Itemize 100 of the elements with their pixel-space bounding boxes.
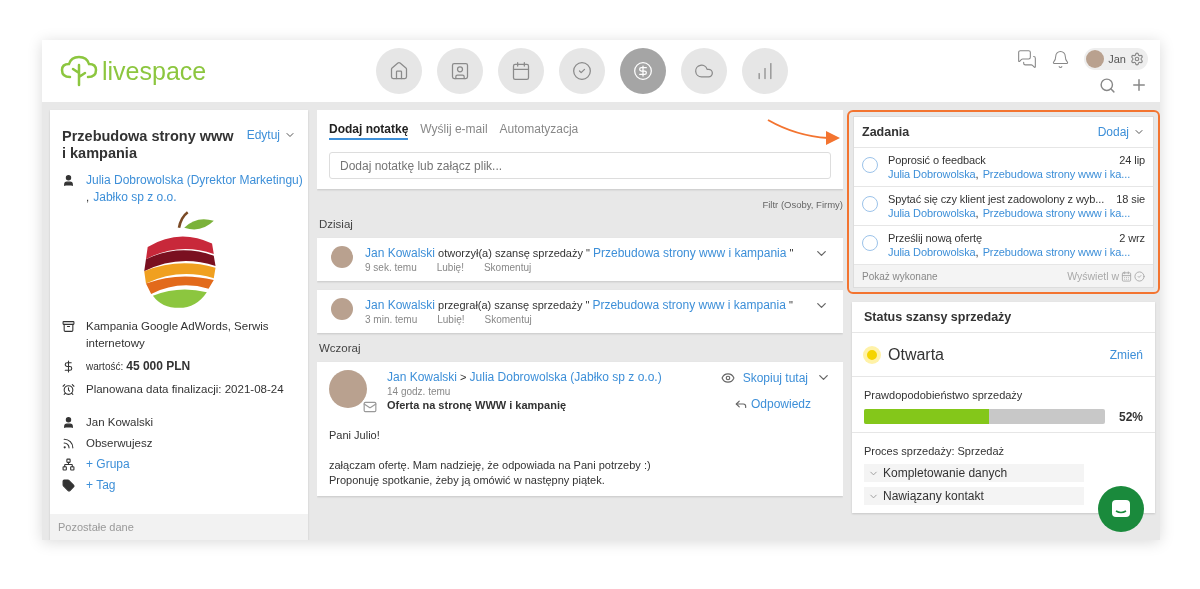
add-button[interactable]: Dodaj <box>1097 125 1145 139</box>
settings-icon[interactable] <box>1130 52 1144 66</box>
speech-bubble-icon <box>1110 498 1132 520</box>
task-date: 24 lip <box>1119 154 1145 166</box>
group-icon <box>62 456 76 471</box>
tag-icon <box>62 477 76 492</box>
task-checkbox[interactable] <box>862 157 878 173</box>
value-label: wartość: <box>86 361 124 372</box>
mail-icon <box>363 400 377 414</box>
deal-link[interactable]: Przebudowa strony www i kampania <box>593 246 787 260</box>
composer-tab[interactable]: Dodaj notatkę <box>329 122 409 140</box>
user-menu[interactable]: Jan <box>1084 48 1148 70</box>
task-checkbox[interactable] <box>862 235 878 251</box>
copy-link[interactable]: Skopiuj tutaj <box>742 370 808 385</box>
view-in-link[interactable]: Wyświetl w <box>1067 270 1145 282</box>
contact-card-icon[interactable] <box>437 48 483 94</box>
time-text: 14 godz. temu <box>387 386 452 397</box>
search-icon[interactable] <box>1099 76 1116 94</box>
deal-link[interactable]: Przebudowa strony www i ka... <box>982 168 1131 180</box>
contact-link[interactable]: Julia Dobrowolska <box>888 168 976 180</box>
author-link[interactable]: Jan Kowalski <box>365 246 436 260</box>
cloud-icon[interactable] <box>681 48 727 94</box>
day-label: Wczoraj <box>319 342 362 354</box>
separator-text: , <box>975 207 979 219</box>
contact-link[interactable]: Julia Dobrowolska <box>888 246 976 258</box>
task-date: 18 sie <box>1116 193 1145 205</box>
email-subject: Oferta na stronę WWW i kampanię <box>387 399 568 411</box>
email-header-text: Jan Kowalski > Julia Dobrowolska (Jabłko sp z o.o.) <box>387 370 663 384</box>
process-label: Proces sprzedaży: Sprzedaż <box>864 445 1004 457</box>
filter-link[interactable]: Filtr (Osoby, Firmy) <box>762 199 843 210</box>
time-text: 3 min. temu <box>365 314 418 325</box>
probability-label: Prawdopodobieństwo sprzedaży <box>864 389 1023 401</box>
day-label: Dzisiaj <box>319 218 354 230</box>
email-body-text: załączam ofertę. Mam nadzieję, że odpowiada na Pani potrzeby :) <box>329 458 652 473</box>
task-title: Poprosić o feedback <box>888 154 986 166</box>
cloud-tree-logo-icon <box>60 55 98 87</box>
deal-link[interactable]: Przebudowa strony www i ka... <box>982 246 1131 258</box>
alarm-clock-icon <box>62 381 76 396</box>
contact-link[interactable]: Julia Dobrowolska (Dyrektor Marketingu) <box>86 172 303 189</box>
add-group-link[interactable]: + Grupa <box>86 456 130 473</box>
chat-icon[interactable] <box>1017 49 1038 69</box>
check-circle-icon[interactable] <box>559 48 605 94</box>
bar-chart-icon[interactable] <box>742 48 788 94</box>
calendar-icon[interactable] <box>1121 270 1132 282</box>
deal-link[interactable]: Przebudowa strony www i ka... <box>982 207 1131 219</box>
eye-icon <box>720 370 735 385</box>
comment-link[interactable]: Skomentuj <box>483 262 532 273</box>
time-text: 9 sek. temu <box>365 262 417 273</box>
contact-link[interactable]: Julia Dobrowolska <box>888 207 976 219</box>
composer-tab[interactable]: Automatyzacja <box>499 122 579 140</box>
bell-icon[interactable] <box>1051 49 1071 69</box>
other-data-section[interactable]: Pozostałe dane <box>50 514 308 540</box>
calendar-icon[interactable] <box>498 48 544 94</box>
plus-icon[interactable] <box>1130 76 1148 94</box>
panel-title: Zadania <box>862 125 910 139</box>
email-body-text: Pani Julio! <box>329 428 381 443</box>
composer-tab[interactable]: Wyślij e-mail <box>420 122 488 140</box>
status-text: Otwarta <box>888 346 944 364</box>
add-tag-link[interactable]: + Tag <box>86 477 116 494</box>
like-link[interactable]: Lubię! <box>436 262 464 273</box>
email-body-text: Proponuję spotkanie, żeby ją omówić w następny piątek. <box>329 473 606 488</box>
panel-title: Status szansy sprzedaży <box>864 310 1013 324</box>
avatar <box>331 298 353 320</box>
author-link[interactable]: Jan Kowalski <box>365 298 436 312</box>
deal-value: 45 000 PLN <box>126 359 191 373</box>
archive-icon <box>62 318 76 333</box>
deal-link[interactable]: Przebudowa strony www i kampania <box>592 298 786 312</box>
edit-button[interactable]: Edytuj <box>246 128 296 142</box>
detail-text: Kampania Google AdWords, Serwis internetowy <box>86 319 270 351</box>
activity-text: Jan Kowalski otworzył(a) szansę sprzedaży " Przebudowa strony www i kampania " <box>365 246 795 260</box>
note-input-field[interactable]: Dodaj notatkę lub załącz plik... <box>329 152 831 179</box>
dollar-circle-icon[interactable] <box>620 48 666 94</box>
deal-title: Przebudowa strony www i kampania <box>62 128 235 162</box>
comment-link[interactable]: Skomentuj <box>484 314 532 325</box>
avatar <box>1086 50 1105 68</box>
like-link[interactable]: Lubię! <box>437 314 465 325</box>
reply-icon <box>733 397 748 411</box>
task-title: Prześlij nową ofertę <box>888 232 982 244</box>
task-date: 2 wrz <box>1119 232 1145 244</box>
author-link[interactable]: Jan Kowalski <box>387 370 458 384</box>
change-link[interactable]: Zmień <box>1109 348 1143 362</box>
detail-text: Obserwujesz <box>86 436 153 451</box>
probability-reading: 52% <box>1118 409 1143 424</box>
show-done-link[interactable]: Pokaż wykonane <box>862 270 938 282</box>
logo-text: livespace <box>102 56 207 86</box>
check-circle-icon[interactable] <box>1134 270 1145 282</box>
detail-text: Planowana data finalizacji: 2021-08-24 <box>86 382 284 397</box>
separator-text: , <box>975 246 979 258</box>
avatar <box>331 246 353 268</box>
reply-link[interactable]: Odpowiedz <box>750 397 811 411</box>
recipient-link[interactable]: Julia Dobrowolska (Jabłko sp z o.o.) <box>469 370 662 384</box>
stage-row[interactable]: Kompletowanie danych <box>864 464 1084 482</box>
user-icon <box>62 172 76 187</box>
company-link[interactable]: Jabłko sp z o.o. <box>93 189 177 206</box>
home-icon[interactable] <box>376 48 422 94</box>
stage-row[interactable]: Nawiązany kontakt <box>864 487 1084 505</box>
task-checkbox[interactable] <box>862 196 878 212</box>
avatar <box>329 370 367 408</box>
user-icon <box>62 414 76 429</box>
detail-text: Jan Kowalski <box>86 415 154 430</box>
